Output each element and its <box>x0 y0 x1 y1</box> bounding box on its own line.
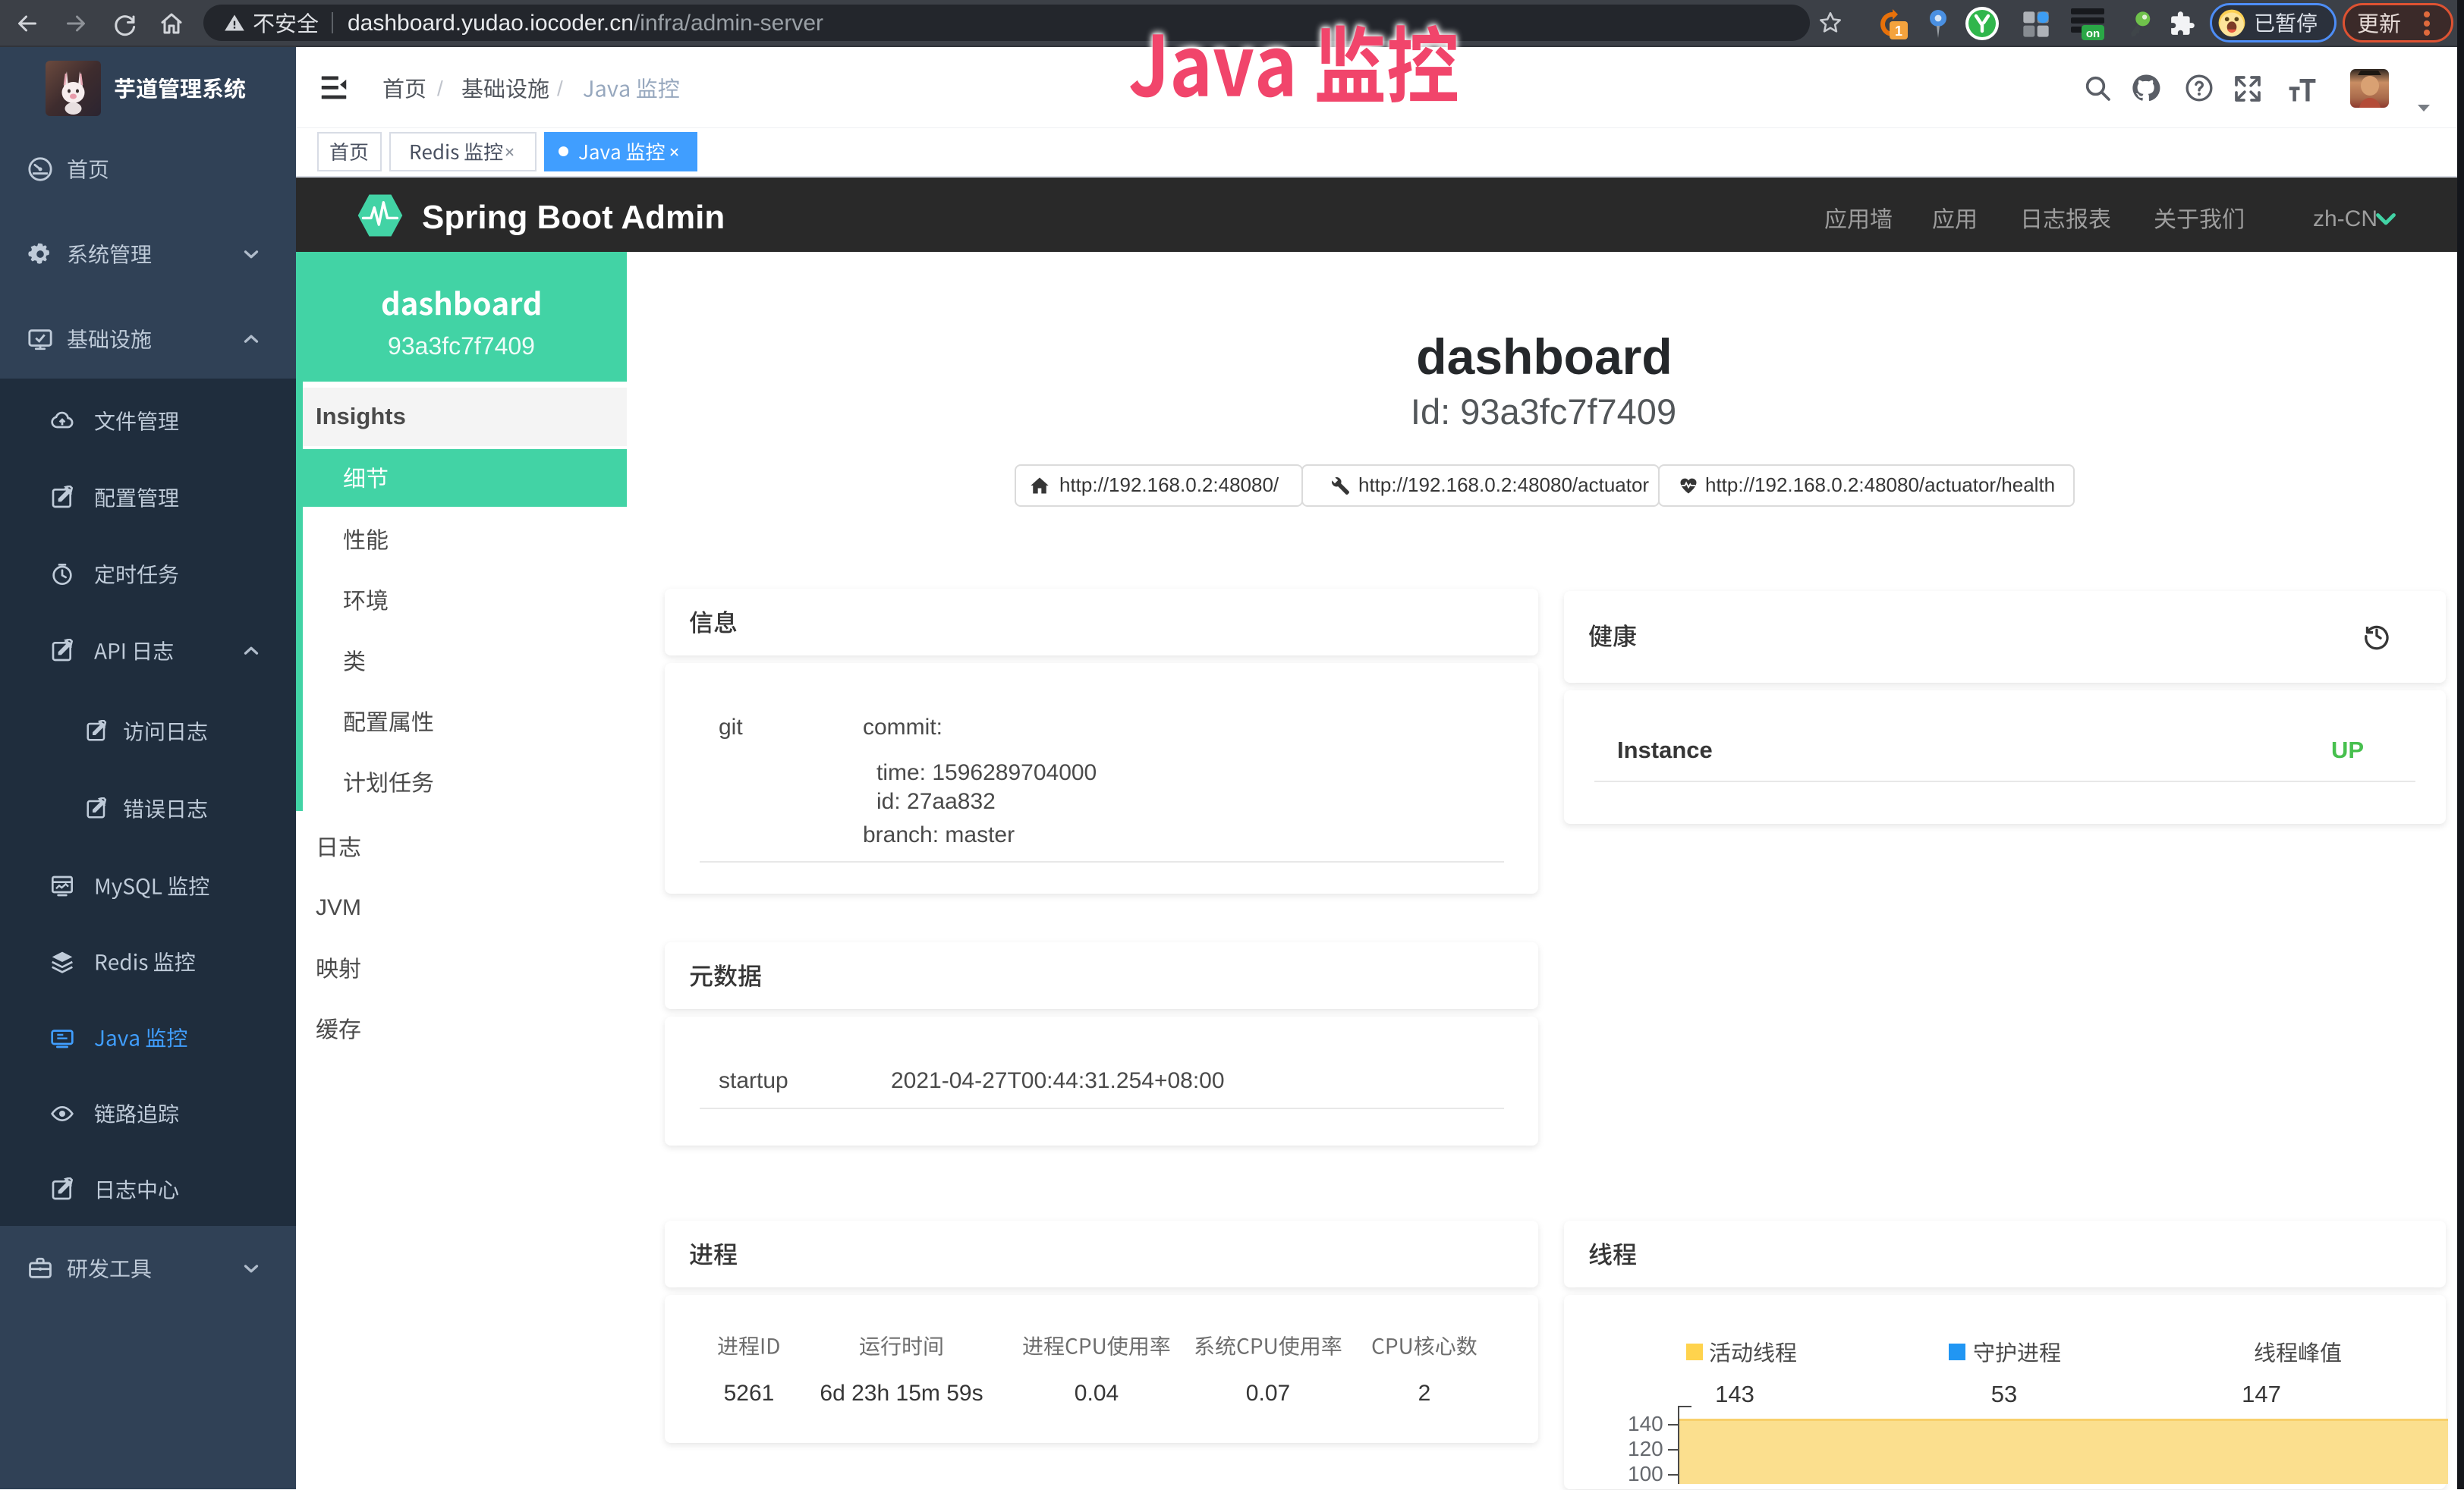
svg-text:on: on <box>2086 27 2100 40</box>
svg-text:1: 1 <box>1895 24 1902 39</box>
